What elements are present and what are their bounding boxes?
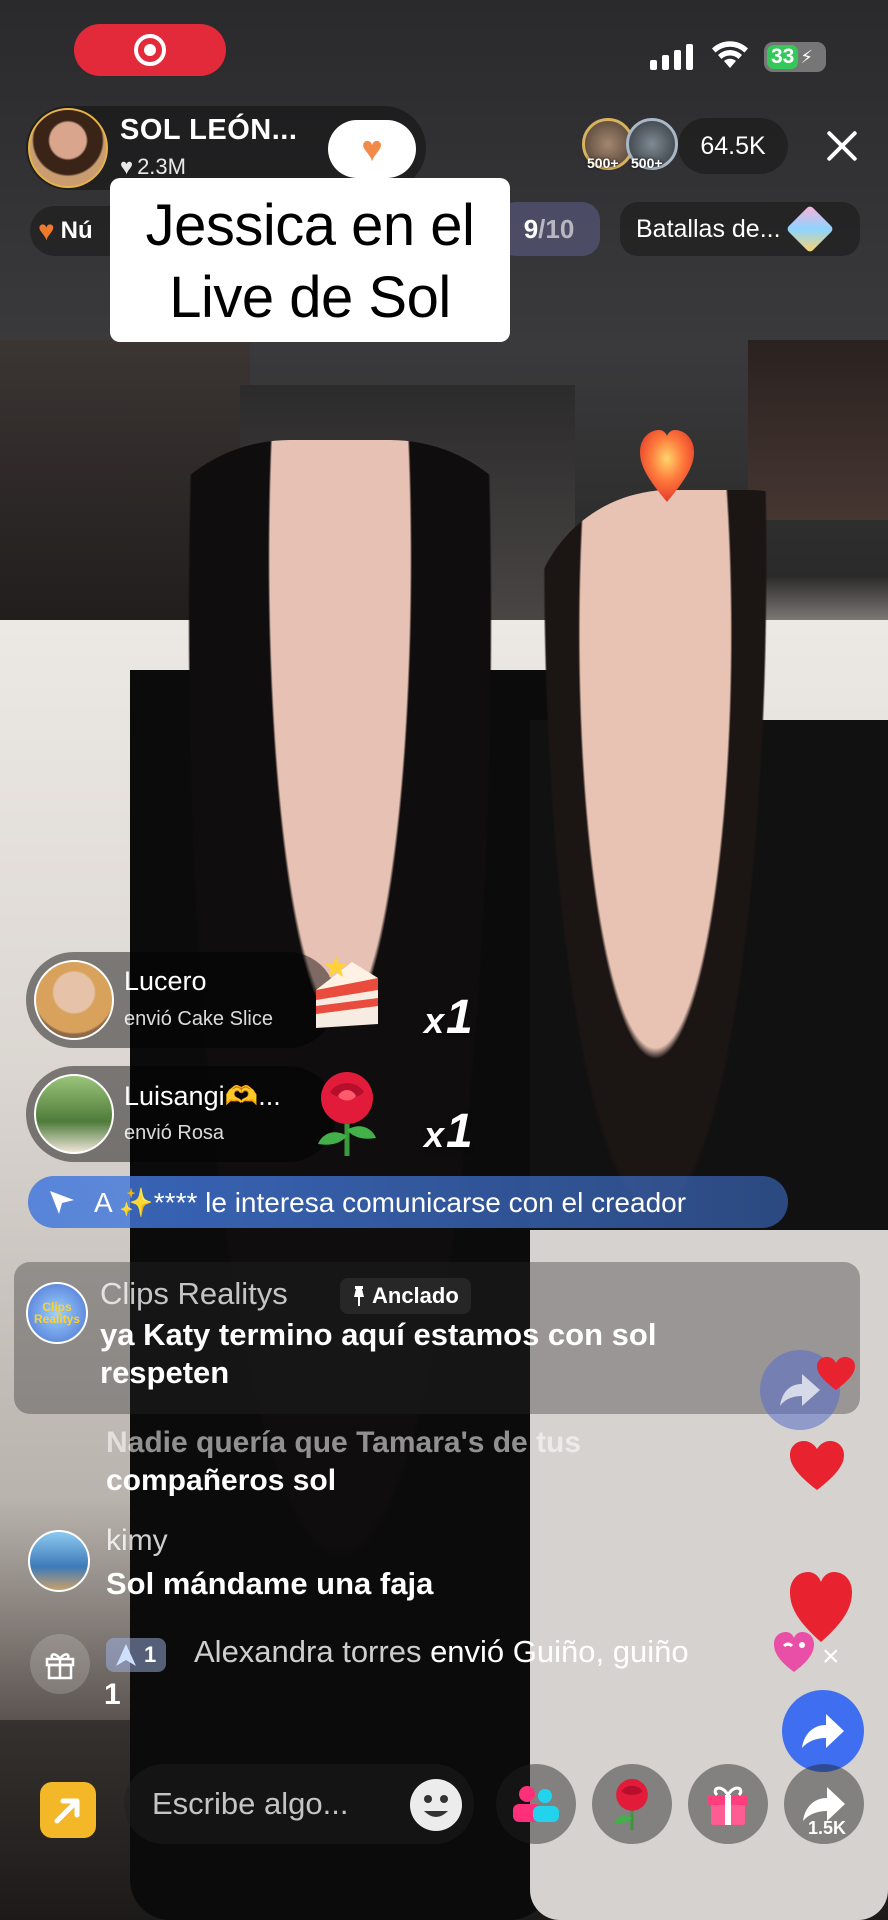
pinned-tag: Anclado (340, 1278, 471, 1314)
multiplier-prefix: x (424, 1000, 445, 1041)
gift-notification[interactable]: Lucero envió Cake Slice (26, 952, 336, 1048)
commenter-avatar[interactable] (28, 1530, 90, 1592)
wifi-icon (712, 41, 748, 68)
cellular-signal-icon (650, 44, 693, 70)
battles-pill[interactable]: Batallas de... (620, 202, 860, 256)
pinned-avatar-logo: Clips Realitys (33, 1300, 81, 1326)
goal-total: /10 (538, 213, 575, 244)
gifter-name: Luisangi🫶... (124, 1081, 281, 1111)
gifter-avatar[interactable] (34, 960, 114, 1040)
floating-heart-icon (640, 430, 694, 502)
rose-icon (318, 1072, 376, 1156)
goal-progress[interactable]: 9/10 (498, 202, 600, 256)
ticker-action: envió Guiño, guiño (421, 1634, 689, 1669)
follow-button[interactable]: ♥ 1 (328, 120, 416, 178)
comment-placeholder: Escribe algo... (152, 1786, 349, 1821)
contact-banner-text: A ✨**** le interesa comunicarse con el c… (94, 1186, 687, 1218)
screen-record-indicator[interactable] (74, 24, 226, 76)
gifter-avatar[interactable] (34, 1074, 114, 1154)
user-level: 1 (144, 1642, 157, 1667)
host-likes-count: 2.3M (137, 154, 186, 179)
gift-description: envió Cake Slice (124, 1008, 273, 1030)
ticker-close[interactable]: × (822, 1640, 840, 1674)
pinned-username[interactable]: Clips Realitys (100, 1276, 288, 1312)
top-viewers[interactable]: 500+ 500+ (582, 118, 678, 171)
rose-gift-button[interactable] (592, 1764, 672, 1844)
send-icon (50, 1191, 74, 1214)
ranking-label: Nú (60, 217, 93, 244)
gift-icon (708, 1786, 748, 1825)
record-icon (134, 34, 166, 66)
caption-line: Jessica en el (145, 193, 475, 258)
goal-current: 9 (523, 213, 539, 244)
pinned-text: ya Katy termino aquí estamos con sol res… (100, 1317, 657, 1390)
gift-description: envió Rosa (124, 1122, 225, 1144)
status-bar: 33 ⚡ (0, 0, 888, 100)
heart-icon: ♥ (361, 128, 383, 169)
viewer-avatar[interactable]: 500+ (626, 118, 678, 171)
trending-arrow-icon (54, 1798, 80, 1824)
caption-line: Live de Sol (169, 265, 451, 330)
comment-item: Nadie quería que Tamara's de tus compañe… (106, 1424, 581, 1500)
gift-box-icon[interactable] (30, 1634, 90, 1694)
gift-multiplier: x1 (424, 990, 473, 1045)
charging-bolt-icon: ⚡ (800, 46, 813, 67)
battles-label: Batallas de... (636, 214, 781, 243)
gift-multiplier: x1 (424, 1104, 473, 1159)
follow-level: 1 (386, 154, 394, 170)
share-count: 1.5K (808, 1818, 847, 1838)
rose-icon (614, 1779, 648, 1831)
comment-text: Sol mándame una faja (106, 1566, 434, 1601)
viewer-badge: 500+ (631, 155, 663, 171)
pinned-tag-label: Anclado (372, 1283, 459, 1308)
floating-heart-icon (790, 1441, 844, 1490)
promote-button[interactable] (40, 1782, 96, 1838)
host-name[interactable]: SOL LEÓN... (120, 114, 297, 147)
multiplier-value: 1 (446, 991, 473, 1044)
share-arrow-icon (802, 1714, 844, 1748)
floating-heart-icon (790, 1572, 852, 1642)
close-icon[interactable] (822, 126, 862, 166)
battery-indicator: 33 ⚡ (764, 42, 826, 72)
viewer-badge: 500+ (587, 155, 619, 171)
contact-creator-banner[interactable]: A ✨**** le interesa comunicarse con el c… (28, 1176, 788, 1228)
pinned-avatar[interactable]: Clips Realitys (26, 1282, 88, 1344)
floating-heart-icon (817, 1357, 855, 1390)
host-likes: ♥ 2.3M (120, 154, 186, 180)
gift-notification[interactable]: Luisangi🫶... envió Rosa (26, 1066, 336, 1162)
pin-icon (354, 1286, 364, 1306)
heart-icon: ♥ (120, 154, 134, 179)
gift-button[interactable] (688, 1764, 768, 1844)
comment-text: compañeros sol (106, 1464, 337, 1497)
gifter-name: Lucero (124, 966, 207, 996)
guests-button[interactable] (496, 1764, 576, 1844)
commenter-name[interactable]: kimy (106, 1524, 168, 1558)
ticker-count: 1 (104, 1678, 121, 1711)
battery-level: 33 (771, 45, 795, 68)
cake-slice-icon (316, 956, 378, 1028)
multiplier-prefix: x (424, 1114, 445, 1155)
emoji-icon[interactable] (410, 1779, 462, 1831)
comment-text: Nadie quería que Tamara's de tus (106, 1426, 582, 1459)
viewer-count[interactable]: 64.5K (678, 118, 788, 174)
gem-icon (785, 204, 834, 254)
ticker-user: Alexandra torres (194, 1634, 422, 1669)
multi-guest-icon (513, 1786, 559, 1822)
video-caption: Jessica en el Live de Sol (110, 178, 510, 342)
user-level-badge: 1 (106, 1638, 167, 1672)
multiplier-value: 1 (446, 1105, 473, 1158)
host-avatar[interactable] (28, 108, 108, 188)
broken-heart-icon: ♥ (38, 215, 55, 246)
gift-ticker-text: Alexandra torres envió Guiño, guiño (194, 1634, 689, 1670)
level-arrow-icon (116, 1644, 136, 1666)
